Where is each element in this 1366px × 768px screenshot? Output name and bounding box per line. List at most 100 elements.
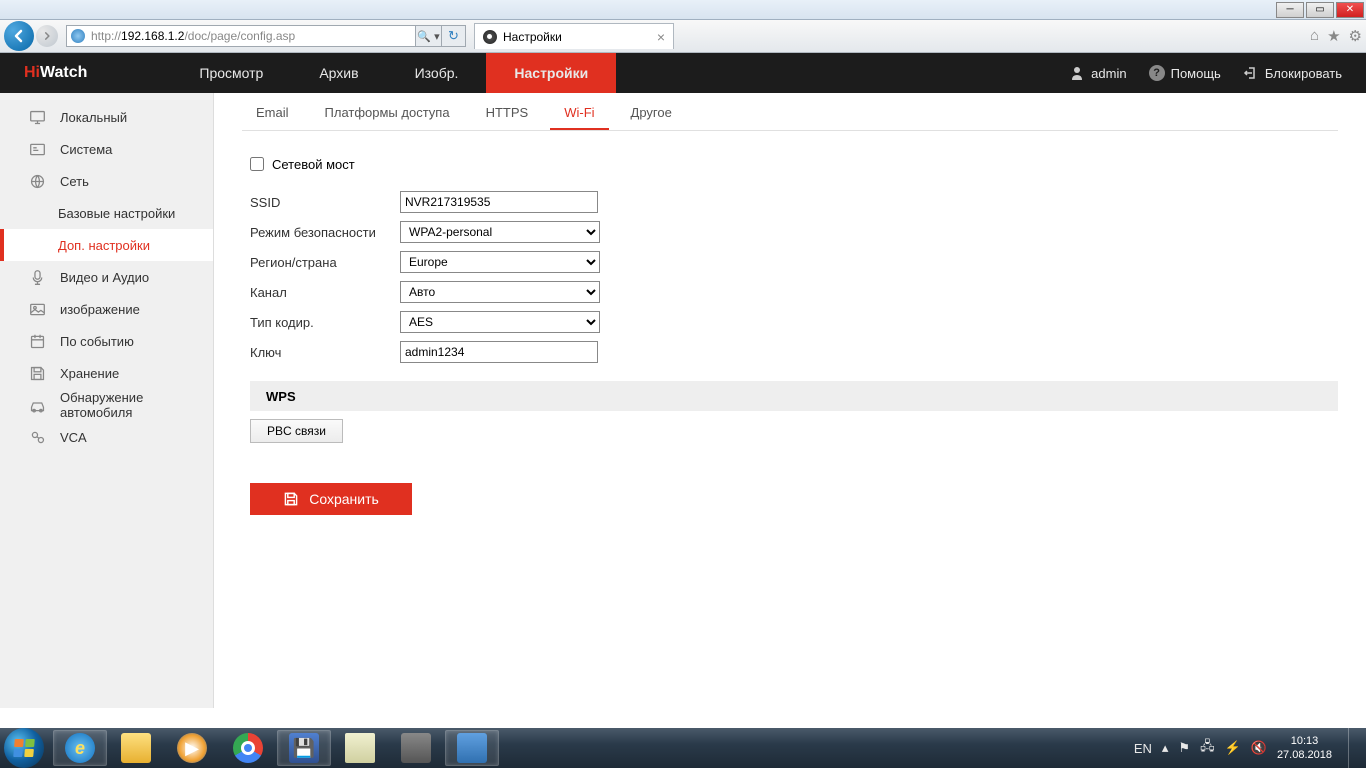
tab-close-button[interactable]: × [657, 29, 665, 45]
wps-header: WPS [250, 381, 1338, 411]
browser-tools: ⌂ ★ ⚙ [1310, 27, 1362, 45]
tray-flag-icon[interactable]: ⚑ [1178, 740, 1190, 756]
system-tray: EN ▴ ⚑ 🖧 ⚡ 🔇 10:13 27.08.2018 [1134, 728, 1362, 768]
sidebar-item-image[interactable]: изображение [0, 293, 213, 325]
window-minimize-button[interactable]: ─ [1276, 2, 1304, 18]
browser-back-button[interactable] [4, 21, 34, 51]
image-icon [28, 300, 46, 318]
tray-expand-icon[interactable]: ▴ [1162, 740, 1169, 756]
logout-button[interactable]: Блокировать [1243, 65, 1342, 81]
sidebar-item-vehicle[interactable]: Обнаружение автомобиля [0, 389, 213, 421]
save-disk-icon [28, 364, 46, 382]
arrow-right-icon [42, 31, 52, 41]
taskbar-app3[interactable] [389, 730, 443, 766]
save-icon [283, 491, 299, 507]
header-right: admin ? Помощь Блокировать [1069, 65, 1366, 81]
sidebar-item-system[interactable]: Система [0, 133, 213, 165]
panel-icon [457, 733, 487, 763]
region-select[interactable]: Europe [400, 251, 600, 273]
browser-refresh-button[interactable]: ↻ [442, 25, 466, 47]
sidebar-item-basic-settings[interactable]: Базовые настройки [0, 197, 213, 229]
monitor-icon [28, 108, 46, 126]
nav-liveview[interactable]: Просмотр [171, 53, 291, 93]
tab-other[interactable]: Другое [617, 97, 686, 130]
sidebar-item-vca[interactable]: VCA [0, 421, 213, 453]
key-input[interactable] [400, 341, 598, 363]
save-label: Сохранить [309, 491, 379, 507]
window-titlebar: ─ ▭ ✕ [0, 0, 1366, 20]
ssid-input[interactable] [400, 191, 598, 213]
tab-title: Настройки [503, 30, 562, 44]
tray-network-icon[interactable]: 🖧 [1200, 737, 1215, 759]
logo: HiWatch [0, 64, 111, 82]
sidebar: Локальный Система Сеть Базовые настройки… [0, 93, 214, 708]
tab-email[interactable]: Email [242, 97, 303, 130]
taskbar-explorer[interactable] [109, 730, 163, 766]
show-desktop-button[interactable] [1348, 728, 1358, 768]
media-icon: ▶ [177, 733, 207, 763]
sidebar-label: По событию [60, 334, 134, 349]
wps-section: WPS PBC связи [250, 381, 1338, 443]
microphone-icon [28, 268, 46, 286]
tab-https[interactable]: HTTPS [472, 97, 543, 130]
nav-picture[interactable]: Изобр. [387, 53, 487, 93]
app-header: HiWatch Просмотр Архив Изобр. Настройки … [0, 53, 1366, 93]
channel-select[interactable]: Авто [400, 281, 600, 303]
browser-tab[interactable]: Настройки × [474, 23, 674, 49]
security-select[interactable]: WPA2-personal [400, 221, 600, 243]
settings-gear-icon[interactable]: ⚙ [1349, 27, 1362, 45]
home-icon[interactable]: ⌂ [1310, 27, 1319, 45]
chrome-icon [233, 733, 263, 763]
tray-battery-icon[interactable]: ⚡ [1225, 740, 1241, 756]
sidebar-item-storage[interactable]: Хранение [0, 357, 213, 389]
content-area: Локальный Система Сеть Базовые настройки… [0, 93, 1366, 708]
pbc-button[interactable]: PBC связи [250, 419, 343, 443]
taskbar-app1[interactable]: 💾 [277, 730, 331, 766]
ie-icon: e [65, 733, 95, 763]
key-label: Ключ [250, 345, 400, 360]
tray-volume-icon[interactable]: 🔇 [1251, 740, 1267, 756]
taskbar-chrome[interactable] [221, 730, 275, 766]
sidebar-item-event[interactable]: По событию [0, 325, 213, 357]
url-host: 192.168.1.2 [121, 29, 184, 43]
sidebar-item-network[interactable]: Сеть [0, 165, 213, 197]
taskbar-ie[interactable]: e [53, 730, 107, 766]
nav-playback[interactable]: Архив [291, 53, 386, 93]
disk-icon: 💾 [289, 733, 319, 763]
user-menu[interactable]: admin [1069, 65, 1126, 81]
sidebar-label: Видео и Аудио [60, 270, 149, 285]
notepad-icon [345, 733, 375, 763]
sidebar-label: Базовые настройки [58, 206, 175, 221]
encrypt-select[interactable]: AES [400, 311, 600, 333]
sidebar-item-local[interactable]: Локальный [0, 101, 213, 133]
sub-tabs: Email Платформы доступа HTTPS Wi-Fi Друг… [242, 93, 1338, 131]
sidebar-label: Доп. настройки [58, 238, 150, 253]
vca-icon [28, 428, 46, 446]
tray-lang[interactable]: EN [1134, 741, 1152, 756]
start-button[interactable] [4, 728, 44, 768]
help-button[interactable]: ? Помощь [1149, 65, 1221, 81]
logout-label: Блокировать [1265, 66, 1342, 81]
browser-address-bar[interactable]: http://192.168.1.2/doc/page/config.asp [66, 25, 416, 47]
user-icon [1069, 65, 1085, 81]
taskbar-app4[interactable] [445, 730, 499, 766]
sidebar-item-advanced-settings[interactable]: Доп. настройки [0, 229, 213, 261]
sidebar-label: Обнаружение автомобиля [60, 390, 213, 420]
tray-clock[interactable]: 10:13 27.08.2018 [1277, 734, 1332, 763]
tab-platform-access[interactable]: Платформы доступа [311, 97, 464, 130]
favorites-icon[interactable]: ★ [1327, 27, 1340, 45]
window-maximize-button[interactable]: ▭ [1306, 2, 1334, 18]
bridge-checkbox[interactable] [250, 157, 264, 171]
browser-search-button[interactable]: 🔍 ▾ [416, 25, 442, 47]
browser-forward-button[interactable] [36, 25, 58, 47]
tray-date: 27.08.2018 [1277, 748, 1332, 762]
save-button[interactable]: Сохранить [250, 483, 412, 515]
nav-config[interactable]: Настройки [486, 53, 616, 93]
tab-wifi[interactable]: Wi-Fi [550, 97, 608, 130]
sidebar-item-video-audio[interactable]: Видео и Аудио [0, 261, 213, 293]
help-icon: ? [1149, 65, 1165, 81]
bridge-label: Сетевой мост [272, 157, 355, 172]
taskbar-app2[interactable] [333, 730, 387, 766]
taskbar-mediaplayer[interactable]: ▶ [165, 730, 219, 766]
window-close-button[interactable]: ✕ [1336, 2, 1364, 18]
